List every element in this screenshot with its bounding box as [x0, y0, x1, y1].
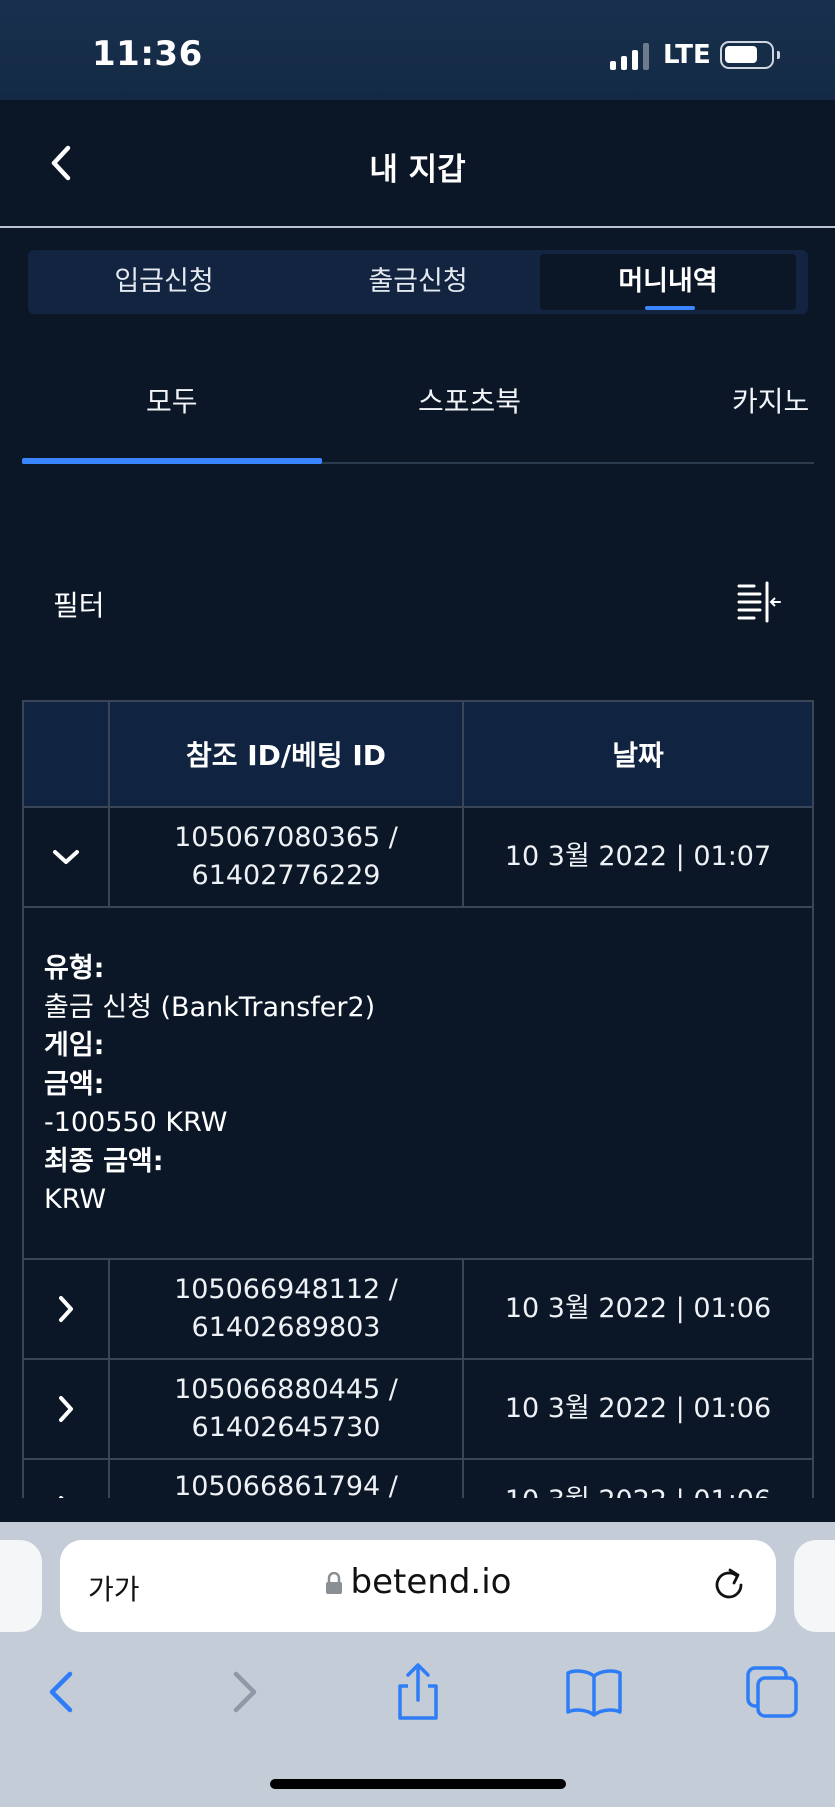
- expand-toggle[interactable]: [24, 808, 108, 906]
- table-row[interactable]: 105066880445 / 61402645730 10 3월 2022 | …: [22, 1358, 814, 1460]
- table-row[interactable]: 105067080365 / 61402776229 10 3월 2022 | …: [22, 806, 814, 908]
- subtab-casino[interactable]: 카지노: [732, 380, 809, 420]
- back-icon[interactable]: [34, 1662, 94, 1722]
- status-bar: 11:36 LTE: [0, 0, 835, 100]
- battery-icon: [720, 41, 780, 69]
- detail-type-label: 유형:: [44, 953, 105, 984]
- signal-icon: [610, 42, 652, 70]
- page-title: 내 지갑: [369, 152, 466, 188]
- date-cell: 10 3월 2022 | 01:06: [462, 1460, 812, 1498]
- money-history-table: 참조 ID/베팅 ID 날짜 105067080365 / 6140277622…: [22, 700, 814, 1498]
- url-field[interactable]: betend.io: [60, 1562, 776, 1602]
- detail-type-value: 출금 신청 (BankTransfer2): [44, 991, 376, 1023]
- tab-withdrawal[interactable]: 출금신청: [290, 254, 546, 310]
- header-reference-id: 참조 ID/베팅 ID: [108, 702, 462, 806]
- status-time: 11:36: [92, 34, 203, 74]
- address-bar[interactable]: 가가 betend.io: [60, 1540, 776, 1632]
- header-expand-col: [24, 702, 108, 806]
- detail-amount-label: 금액:: [44, 1068, 105, 1100]
- network-label: LTE: [663, 40, 711, 70]
- bookmarks-icon[interactable]: [564, 1662, 624, 1722]
- home-indicator: [270, 1779, 566, 1789]
- date-cell: 10 3월 2022 | 01:06: [462, 1260, 812, 1358]
- reference-id: 105066880445 /: [174, 1374, 398, 1405]
- tab-money-history[interactable]: 머니내역: [540, 254, 796, 310]
- detail-final-amount-value: KRW: [44, 1184, 107, 1215]
- detail-amount-value: -100550 KRW: [44, 1107, 228, 1138]
- detail-game-label: 게임:: [44, 1030, 105, 1061]
- reference-id-cell: 105066861794 /: [108, 1460, 462, 1498]
- date-cell: 10 3월 2022 | 01:06: [462, 1360, 812, 1458]
- filter-label: 필터: [53, 589, 105, 622]
- app-header: 내 지갑: [0, 100, 835, 228]
- reference-id-cell: 105066948112 / 61402689803: [108, 1260, 462, 1358]
- filter-collapse-icon[interactable]: [736, 580, 782, 624]
- chevron-down-icon: [53, 850, 79, 864]
- wallet-segmented-control: 입금신청 출금신청 머니내역: [28, 250, 808, 314]
- reference-id: 105067080365 /: [174, 822, 398, 853]
- forward-icon[interactable]: [212, 1662, 272, 1722]
- expand-toggle[interactable]: [24, 1460, 108, 1498]
- subtab-indicator: [22, 458, 322, 464]
- browser-toolbar: 가가 betend.io: [0, 1522, 835, 1807]
- lock-icon: [325, 1563, 343, 1594]
- detail-final-amount-label: 최종 금액:: [44, 1145, 164, 1177]
- expand-toggle[interactable]: [24, 1260, 108, 1358]
- row-detail-panel: 유형: 출금 신청 (BankTransfer2) 게임: 금액: -10055…: [22, 906, 814, 1260]
- reference-id-cell: 105067080365 / 61402776229: [108, 808, 462, 906]
- bet-id: 61402689803: [191, 1312, 381, 1343]
- table-header-row: 참조 ID/베팅 ID 날짜: [22, 700, 814, 808]
- previous-tab-preview[interactable]: [0, 1540, 42, 1632]
- chevron-right-icon: [59, 1296, 73, 1322]
- subtab-all[interactable]: 모두: [146, 380, 198, 420]
- tab-deposit[interactable]: 입금신청: [36, 254, 292, 310]
- date-cell: 10 3월 2022 | 01:07: [462, 808, 812, 906]
- url-text: betend.io: [350, 1562, 512, 1602]
- reload-icon[interactable]: [708, 1564, 750, 1606]
- header-date: 날짜: [462, 702, 812, 806]
- reference-id: 105066861794 /: [174, 1471, 398, 1498]
- subtab-sportsbook[interactable]: 스포츠북: [418, 380, 521, 420]
- reference-id: 105066948112 /: [174, 1274, 398, 1305]
- category-tabs: 모두 스포츠북 카지노: [22, 360, 814, 464]
- next-tab-preview[interactable]: [794, 1540, 835, 1632]
- share-icon[interactable]: [388, 1662, 448, 1722]
- reference-id-cell: 105066880445 / 61402645730: [108, 1360, 462, 1458]
- tabs-icon[interactable]: [742, 1662, 802, 1722]
- bet-id: 61402776229: [191, 860, 381, 891]
- chevron-right-icon: [59, 1496, 64, 1498]
- chevron-right-icon: [59, 1396, 73, 1422]
- expand-toggle[interactable]: [24, 1360, 108, 1458]
- bet-id: 61402645730: [191, 1412, 381, 1443]
- table-row[interactable]: 105066948112 / 61402689803 10 3월 2022 | …: [22, 1258, 814, 1360]
- table-row[interactable]: 105066861794 / 10 3월 2022 | 01:06: [22, 1458, 814, 1498]
